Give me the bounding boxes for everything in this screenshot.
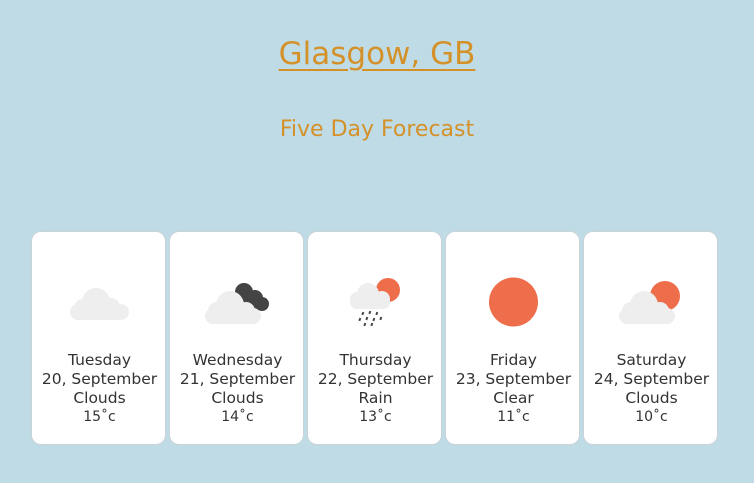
forecast-card-friday: Friday 23, September Clear 11˚c (445, 231, 580, 445)
forecast-date: 21, September (179, 370, 296, 388)
forecast-condition: Clouds (211, 389, 264, 407)
forecast-card-thursday: Thursday 22, September Rain 13˚c (307, 231, 442, 445)
forecast-day: Saturday (616, 351, 687, 369)
forecast-temperature: 13˚c (359, 409, 392, 425)
forecast-date: 20, September (41, 370, 158, 388)
forecast-condition: Rain (358, 389, 393, 407)
forecast-day: Friday (490, 351, 537, 369)
forecast-card-saturday: Saturday 24, September Clouds 10˚c (583, 231, 718, 445)
forecast-date: 24, September (593, 370, 710, 388)
forecast-day: Thursday (339, 351, 412, 369)
forecast-temperature: 11˚c (497, 409, 530, 425)
forecast-condition: Clear (493, 389, 534, 407)
forecast-card-tuesday: Tuesday 20, September Clouds 15˚c (31, 231, 166, 445)
forecast-date: 22, September (317, 370, 434, 388)
forecast-day: Tuesday (67, 351, 132, 369)
forecast-condition: Clouds (625, 389, 678, 407)
forecast-temperature: 10˚c (635, 409, 668, 425)
forecast-date: 23, September (455, 370, 572, 388)
sun-icon (489, 277, 538, 327)
dark-clouds-icon (205, 283, 269, 324)
forecast-card-wednesday: Wednesday 21, September Clouds 14˚c (169, 231, 304, 445)
cloud-icon (70, 288, 129, 320)
forecast-day: Wednesday (192, 351, 283, 369)
cloud-sun-icon (619, 281, 680, 324)
forecast-condition: Clouds (73, 389, 126, 407)
forecast-temperature: 14˚c (221, 409, 254, 425)
city-title-link[interactable]: Glasgow, GB (0, 34, 754, 74)
rain-sun-icon (350, 278, 400, 327)
forecast-temperature: 15˚c (83, 409, 116, 425)
forecast-subtitle: Five Day Forecast (279, 117, 475, 142)
